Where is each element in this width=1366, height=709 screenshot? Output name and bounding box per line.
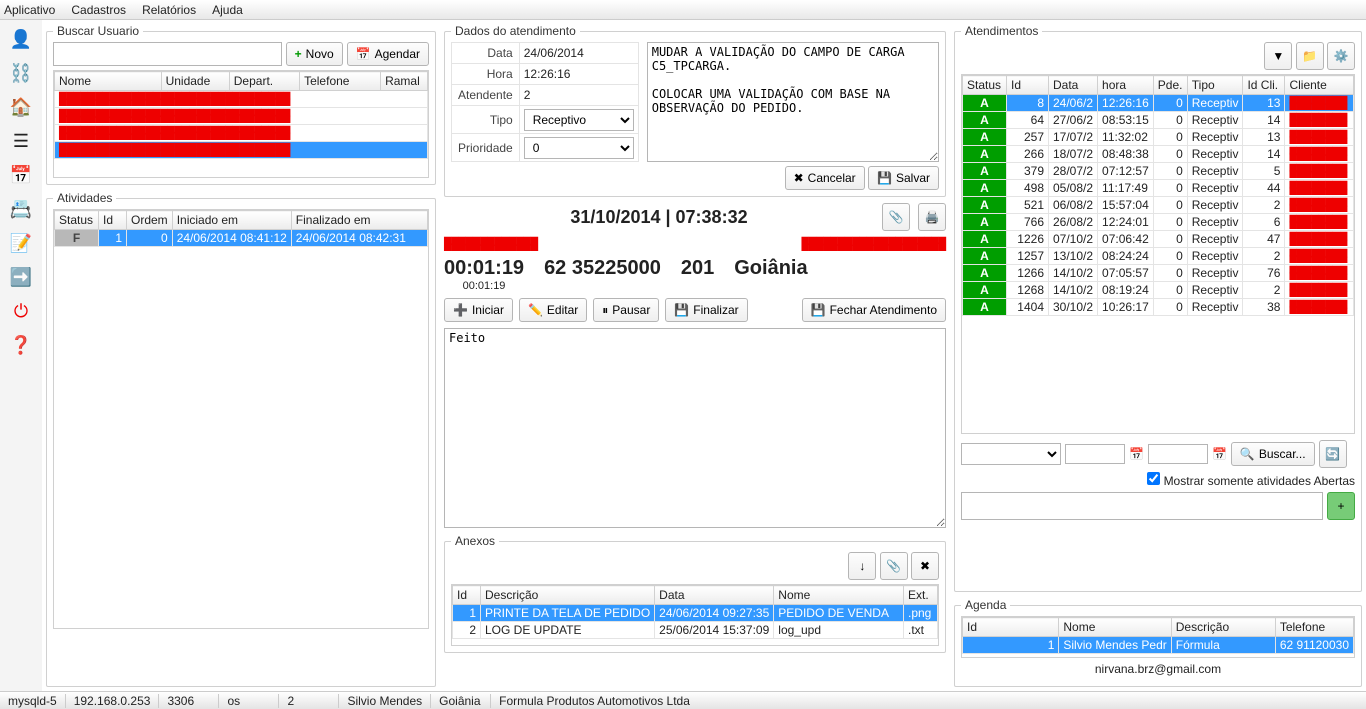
atendimentos-panel: Atendimentos ▼ 📁 ⚙️ Status Id Data hora … <box>954 24 1362 592</box>
agenda-table[interactable]: Id Nome Descrição Telefone 1Silvio Mende… <box>962 617 1354 654</box>
refresh-icon[interactable]: 🔄 <box>1319 440 1347 468</box>
menu-cadastros[interactable]: Cadastros <box>71 3 126 17</box>
help-icon[interactable]: ❓ <box>8 332 34 358</box>
finalizar-button[interactable]: 💾 Finalizar <box>665 298 747 322</box>
mostrar-checkbox[interactable]: Mostrar somente atividades Abertas <box>1147 474 1355 488</box>
folder-icon[interactable]: 📁 <box>1296 42 1324 70</box>
anexos-panel: Anexos ↓ 📎 ✖ Id Descrição Data Nome Ext. <box>444 534 946 653</box>
telefone: 62 35225000 <box>544 257 661 280</box>
agenda-title: Agenda <box>961 598 1010 612</box>
atividades-title: Atividades <box>53 191 116 205</box>
anexos-table[interactable]: Id Descrição Data Nome Ext. 1PRINTE DA T… <box>452 585 938 639</box>
obs-textarea[interactable]: MUDAR A VALIDAÇÃO DO CAMPO DE CARGA C5_T… <box>647 42 939 162</box>
tipo-select[interactable]: Receptivo <box>524 109 634 131</box>
quick-add-input[interactable] <box>961 492 1323 520</box>
agenda-email: nirvana.brz@gmail.com <box>961 658 1355 680</box>
redacted-email: ████████████████████ <box>802 237 947 251</box>
filter-icon[interactable]: ▼ <box>1264 42 1292 70</box>
menu-ajuda[interactable]: Ajuda <box>212 3 243 17</box>
dados-title: Dados do atendimento <box>451 24 580 38</box>
home-icon[interactable]: 🏠 <box>8 94 34 120</box>
note-icon[interactable]: 📝 <box>8 230 34 256</box>
filter-date2[interactable] <box>1148 444 1208 464</box>
status-bar: mysqld-5 192.168.0.253 3306 os 2 Silvio … <box>0 691 1366 709</box>
iniciar-button[interactable]: ➕ Iniciar <box>444 298 513 322</box>
agenda-panel: Agenda Id Nome Descrição Telefone 1Silvi… <box>954 598 1362 687</box>
attach-icon[interactable]: 📎 <box>882 203 910 231</box>
filter-date1[interactable] <box>1065 444 1125 464</box>
menu-aplicativo[interactable]: Aplicativo <box>4 3 55 17</box>
search-input[interactable] <box>53 42 282 66</box>
atividades-panel: Atividades Status Id Ordem Iniciado em F… <box>46 191 436 687</box>
attach2-icon[interactable]: 📎 <box>880 552 908 580</box>
editar-button[interactable]: ✏️ Editar <box>519 298 587 322</box>
power-icon[interactable]: ⏻ <box>8 298 34 324</box>
exit-icon[interactable]: ➡️ <box>8 264 34 290</box>
org-icon[interactable]: ⛓️ <box>8 60 34 86</box>
filter-select[interactable] <box>961 443 1061 465</box>
user-add-icon[interactable]: 👤 <box>8 26 34 52</box>
dados-panel: Dados do atendimento Data24/06/2014 Hora… <box>444 24 946 197</box>
left-toolbar: 👤 ⛓️ 🏠 ☰ 📅 📇 📝 ➡️ ⏻ ❓ <box>0 20 42 691</box>
atividades-table[interactable]: Status Id Ordem Iniciado em Finalizado e… <box>54 210 428 247</box>
buscar-usuario-panel: Buscar Usuario +Novo 📅Agendar Nome Unida… <box>46 24 436 185</box>
nota-textarea[interactable]: Feito <box>444 328 946 528</box>
list-icon[interactable]: ☰ <box>8 128 34 154</box>
agendar-button[interactable]: 📅Agendar <box>347 42 429 66</box>
buscar-usuario-title: Buscar Usuario <box>53 24 143 38</box>
fechar-atendimento-button[interactable]: 💾 Fechar Atendimento <box>802 298 946 322</box>
atendimentos-table[interactable]: Status Id Data hora Pde. Tipo Id Cli. Cl… <box>962 75 1354 316</box>
buscar-button[interactable]: 🔍 Buscar... <box>1231 442 1315 466</box>
atendimentos-title: Atendimentos <box>961 24 1042 38</box>
print-icon[interactable]: 🖨️ <box>918 203 946 231</box>
download-icon[interactable]: ↓ <box>848 552 876 580</box>
delete-icon[interactable]: ✖ <box>911 552 939 580</box>
salvar-button[interactable]: 💾 Salvar <box>868 166 939 190</box>
cidade: Goiânia <box>734 257 807 280</box>
ramal: 201 <box>681 257 714 280</box>
novo-button[interactable]: +Novo <box>286 42 343 66</box>
cancelar-button[interactable]: ✖ Cancelar <box>785 166 865 190</box>
add-button[interactable]: + <box>1327 492 1355 520</box>
anexos-title: Anexos <box>451 534 499 548</box>
prioridade-select[interactable]: 0 <box>524 137 634 159</box>
menubar: Aplicativo Cadastros Relatórios Ajuda <box>0 0 1366 20</box>
calendar-icon[interactable]: 📅 <box>8 162 34 188</box>
current-datetime: 31/10/2014 | 07:38:32 <box>444 207 874 228</box>
gear-icon[interactable]: ⚙️ <box>1327 42 1355 70</box>
redacted-name: █████████████ <box>444 237 538 251</box>
menu-relatorios[interactable]: Relatórios <box>142 3 196 17</box>
pausar-button[interactable]: ⏸ Pausar <box>593 298 659 322</box>
timer: 00:01:19 <box>444 257 524 280</box>
contact-icon[interactable]: 📇 <box>8 196 34 222</box>
usuarios-table[interactable]: Nome Unidade Depart. Telefone Ramal ████… <box>54 71 428 159</box>
